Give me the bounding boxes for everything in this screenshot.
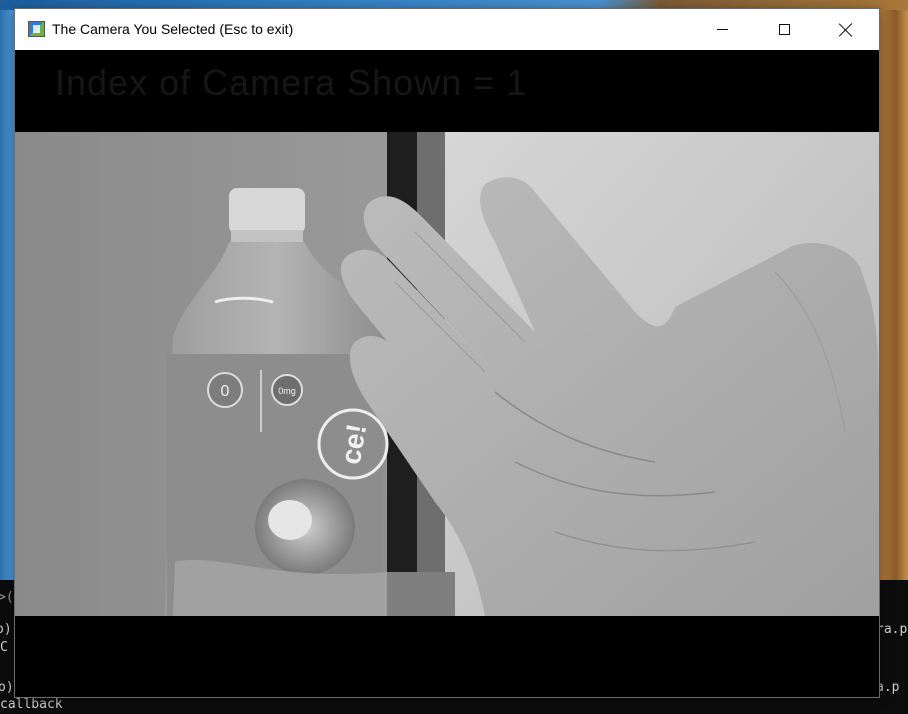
terminal-line: callback <box>0 697 63 712</box>
camera-frame: 0 0mg ce! <box>15 132 879 616</box>
minimize-icon <box>716 29 728 30</box>
camera-image: 0 0mg ce! <box>15 132 879 616</box>
camera-window[interactable]: The Camera You Selected (Esc to exit) In… <box>15 9 879 697</box>
bottle-caffeine-number: 0mg <box>278 386 296 396</box>
terminal-line: C <box>0 640 8 655</box>
terminal-line-right: ra.p <box>876 622 908 637</box>
maximize-button[interactable] <box>753 9 815 50</box>
terminal-line-right: a.p <box>876 680 900 695</box>
terminal-line: o) <box>0 680 14 695</box>
camera-index-overlay: Index of Camera Shown = 1 <box>55 62 528 103</box>
title-bar[interactable]: The Camera You Selected (Esc to exit) <box>15 9 879 50</box>
app-icon <box>28 21 45 37</box>
maximize-icon <box>778 24 790 35</box>
close-button[interactable] <box>815 9 877 50</box>
overlay-band: Index of Camera Shown = 1 <box>15 50 879 132</box>
bottle-calories-number: 0 <box>221 383 230 400</box>
close-icon <box>839 23 853 37</box>
minimize-button[interactable] <box>691 9 753 50</box>
bottom-band <box>15 616 879 697</box>
terminal-line: o) <box>0 622 12 637</box>
window-title: The Camera You Selected (Esc to exit) <box>52 21 294 37</box>
